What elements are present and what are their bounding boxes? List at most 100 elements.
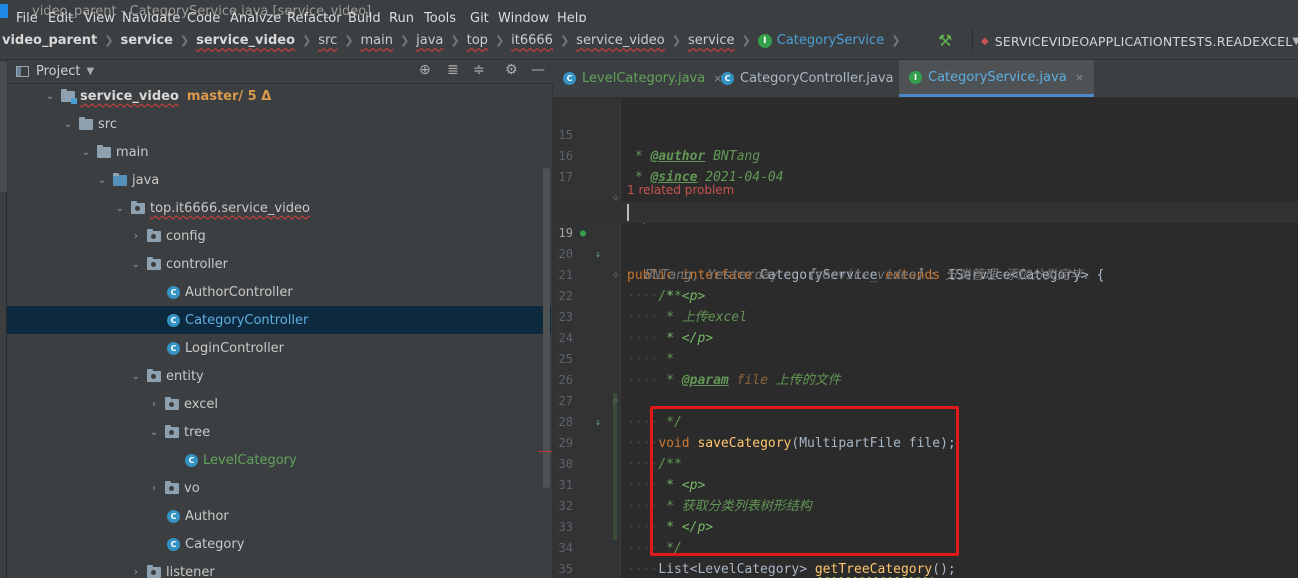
chevron-down-icon[interactable]: ⌄ xyxy=(45,91,55,102)
chevron-right-icon[interactable]: › xyxy=(149,483,159,494)
chevron-down-icon[interactable]: ⌄ xyxy=(81,147,91,158)
breadcrumb-item-top[interactable]: top xyxy=(467,33,488,48)
app-logo-icon xyxy=(0,4,8,18)
tree-item-listener[interactable]: › listener xyxy=(7,558,551,578)
project-panel-header: Project ▼ ⊕ ≣ ≑ ⚙ — xyxy=(7,60,553,84)
tree-item-entity[interactable]: ⌄ entity xyxy=(7,362,551,390)
tree-item-categorycontroller[interactable]: C CategoryController xyxy=(7,306,551,334)
chevron-down-icon[interactable]: ⌄ xyxy=(131,259,141,270)
code-line: 34 ····List<LevelCategory> getTreeCatego… xyxy=(558,541,956,577)
tree-item-service-video[interactable]: ⌄ service_video master/ 5 Δ xyxy=(7,82,551,110)
tab-categoryservice[interactable]: I CategoryService.java × xyxy=(899,60,1095,97)
tree-item-label: excel xyxy=(184,396,218,412)
code-line: 25 ···· * @param file 上传的文件 xyxy=(558,352,841,388)
chevron-down-icon[interactable]: ⌄ xyxy=(149,427,159,438)
collapse-all-icon[interactable]: ≑ xyxy=(473,62,485,78)
breadcrumb-separator: ❯ xyxy=(450,34,460,47)
tree-item-label: LoginController xyxy=(185,340,285,356)
tab-levelcategory[interactable]: C LevelCategory.java × xyxy=(553,60,732,97)
chevron-down-icon[interactable]: ▼ xyxy=(86,66,94,77)
code-line: 29 ····/** xyxy=(558,436,682,472)
tree-item-src[interactable]: ⌄ src xyxy=(7,110,551,138)
editor-tabs: C LevelCategory.java × C CategoryControl… xyxy=(553,60,1298,98)
tree-item-label: Category xyxy=(185,536,245,552)
project-scrollbar[interactable] xyxy=(543,168,550,488)
breadcrumb-item-service[interactable]: service xyxy=(120,33,172,48)
tree-item-levelcategory[interactable]: C LevelCategory xyxy=(7,446,551,474)
expand-all-icon[interactable]: ≣ xyxy=(447,62,459,78)
tree-item-label: service_video xyxy=(80,88,179,104)
chevron-right-icon[interactable]: › xyxy=(149,399,159,410)
code-line: 18 ● ↓ public interface CategoryService … xyxy=(553,181,1298,283)
chevron-down-icon[interactable]: ⌄ xyxy=(115,203,125,214)
tab-label: CategoryController.java xyxy=(740,71,894,86)
package-icon xyxy=(165,396,179,410)
code-line: 32 ···· * </p> xyxy=(558,499,714,535)
tree-item-excel[interactable]: › excel xyxy=(7,390,551,418)
build-hammer-icon[interactable]: ⚒ xyxy=(938,31,952,50)
class-icon: C xyxy=(167,537,180,551)
gear-icon[interactable]: ⚙ xyxy=(505,62,518,78)
interface-icon: I xyxy=(909,70,922,84)
breadcrumb-item-service-video[interactable]: service_video xyxy=(196,33,295,48)
breadcrumb-separator: ❯ xyxy=(104,34,114,47)
code-line: 36 xyxy=(553,559,1298,578)
chevron-down-icon[interactable]: ⌄ xyxy=(97,175,107,186)
run-configuration-selector[interactable]: ◆ SERVICEVIDEOAPPLICATIONTESTS.READEXCEL… xyxy=(972,28,1298,54)
interface-icon: I xyxy=(757,33,772,48)
tab-label: CategoryService.java xyxy=(928,69,1067,85)
tree-item-vo[interactable]: › vo xyxy=(7,474,551,502)
chevron-right-icon[interactable]: › xyxy=(131,567,141,578)
breadcrumb-item-src[interactable]: src xyxy=(318,33,337,48)
chevron-down-icon: ▼ xyxy=(1292,35,1298,47)
tree-item-logincontroller[interactable]: C LoginController xyxy=(7,334,551,362)
project-tool-tab[interactable] xyxy=(0,62,7,192)
class-icon: C xyxy=(167,285,180,299)
breadcrumb-item-service-video[interactable]: service_video xyxy=(576,33,665,48)
minimize-icon[interactable]: — xyxy=(531,62,545,78)
code-editor[interactable]: 15 * @author BNTang 16 * @since 2021-04-… xyxy=(553,98,1298,578)
tree-item-config[interactable]: › config xyxy=(7,222,551,250)
tree-item-authorcontroller[interactable]: C AuthorController xyxy=(7,278,551,306)
tree-item-tree[interactable]: ⌄ tree xyxy=(7,418,551,446)
chevron-down-icon[interactable]: ⌄ xyxy=(63,119,73,130)
breadcrumb-separator: ❯ xyxy=(399,34,410,47)
breadcrumb-item-java[interactable]: java xyxy=(416,33,443,48)
breadcrumb-item-video-parent[interactable]: video_parent xyxy=(2,33,97,48)
class-icon: C xyxy=(167,509,180,523)
chevron-down-icon[interactable]: ⌄ xyxy=(131,371,141,382)
breadcrumb-separator: ❯ xyxy=(671,34,681,47)
tree-item-top-it6666-service-video[interactable]: ⌄ top.it6666.service_video xyxy=(7,194,551,222)
tree-item-label: java xyxy=(132,172,160,188)
code-line: 24 ···· * xyxy=(558,331,674,367)
tree-item-main[interactable]: ⌄ main xyxy=(7,138,551,166)
tree-item-category[interactable]: C Category xyxy=(7,530,551,558)
tree-item-label: main xyxy=(116,144,149,160)
tree-item-label: vo xyxy=(184,480,200,496)
tree-item-controller[interactable]: ⌄ controller xyxy=(7,250,551,278)
code-line: 15 * @author BNTang xyxy=(558,128,761,164)
breadcrumb-separator: ❯ xyxy=(179,34,190,47)
tab-categorycontroller[interactable]: C CategoryController.java × xyxy=(711,60,921,97)
package-icon xyxy=(131,200,145,214)
tree-item-label: entity xyxy=(166,368,204,384)
project-title[interactable]: Project xyxy=(36,64,80,79)
locate-icon[interactable]: ⊕ xyxy=(419,62,431,78)
tree-item-author[interactable]: C Author xyxy=(7,502,551,530)
breadcrumb-item-it6666[interactable]: it6666 xyxy=(511,33,553,48)
breadcrumb-current[interactable]: CategoryService xyxy=(777,33,884,48)
close-icon[interactable]: × xyxy=(1075,71,1084,84)
project-icon xyxy=(16,66,29,77)
project-panel: Project ▼ ⊕ ≣ ≑ ⚙ — ⌄ service_video master… xyxy=(7,60,554,578)
code-line-current: 19 BNTang, Yesterday · 【service_video】: … xyxy=(553,202,1298,283)
git-branch-label: master/ 5 Δ xyxy=(186,88,272,104)
breadcrumb-item-main[interactable]: main xyxy=(360,33,392,48)
class-icon: C xyxy=(167,313,180,327)
problem-hint[interactable]: 1 related problem xyxy=(553,163,1298,197)
breadcrumb-separator: ❯ xyxy=(494,34,505,47)
tree-item-label: Author xyxy=(185,508,229,524)
breadcrumb-item-service[interactable]: service xyxy=(688,33,735,48)
class-icon: C xyxy=(185,453,198,467)
tree-item-java[interactable]: ⌄ java xyxy=(7,166,551,194)
chevron-right-icon[interactable]: › xyxy=(131,231,141,242)
